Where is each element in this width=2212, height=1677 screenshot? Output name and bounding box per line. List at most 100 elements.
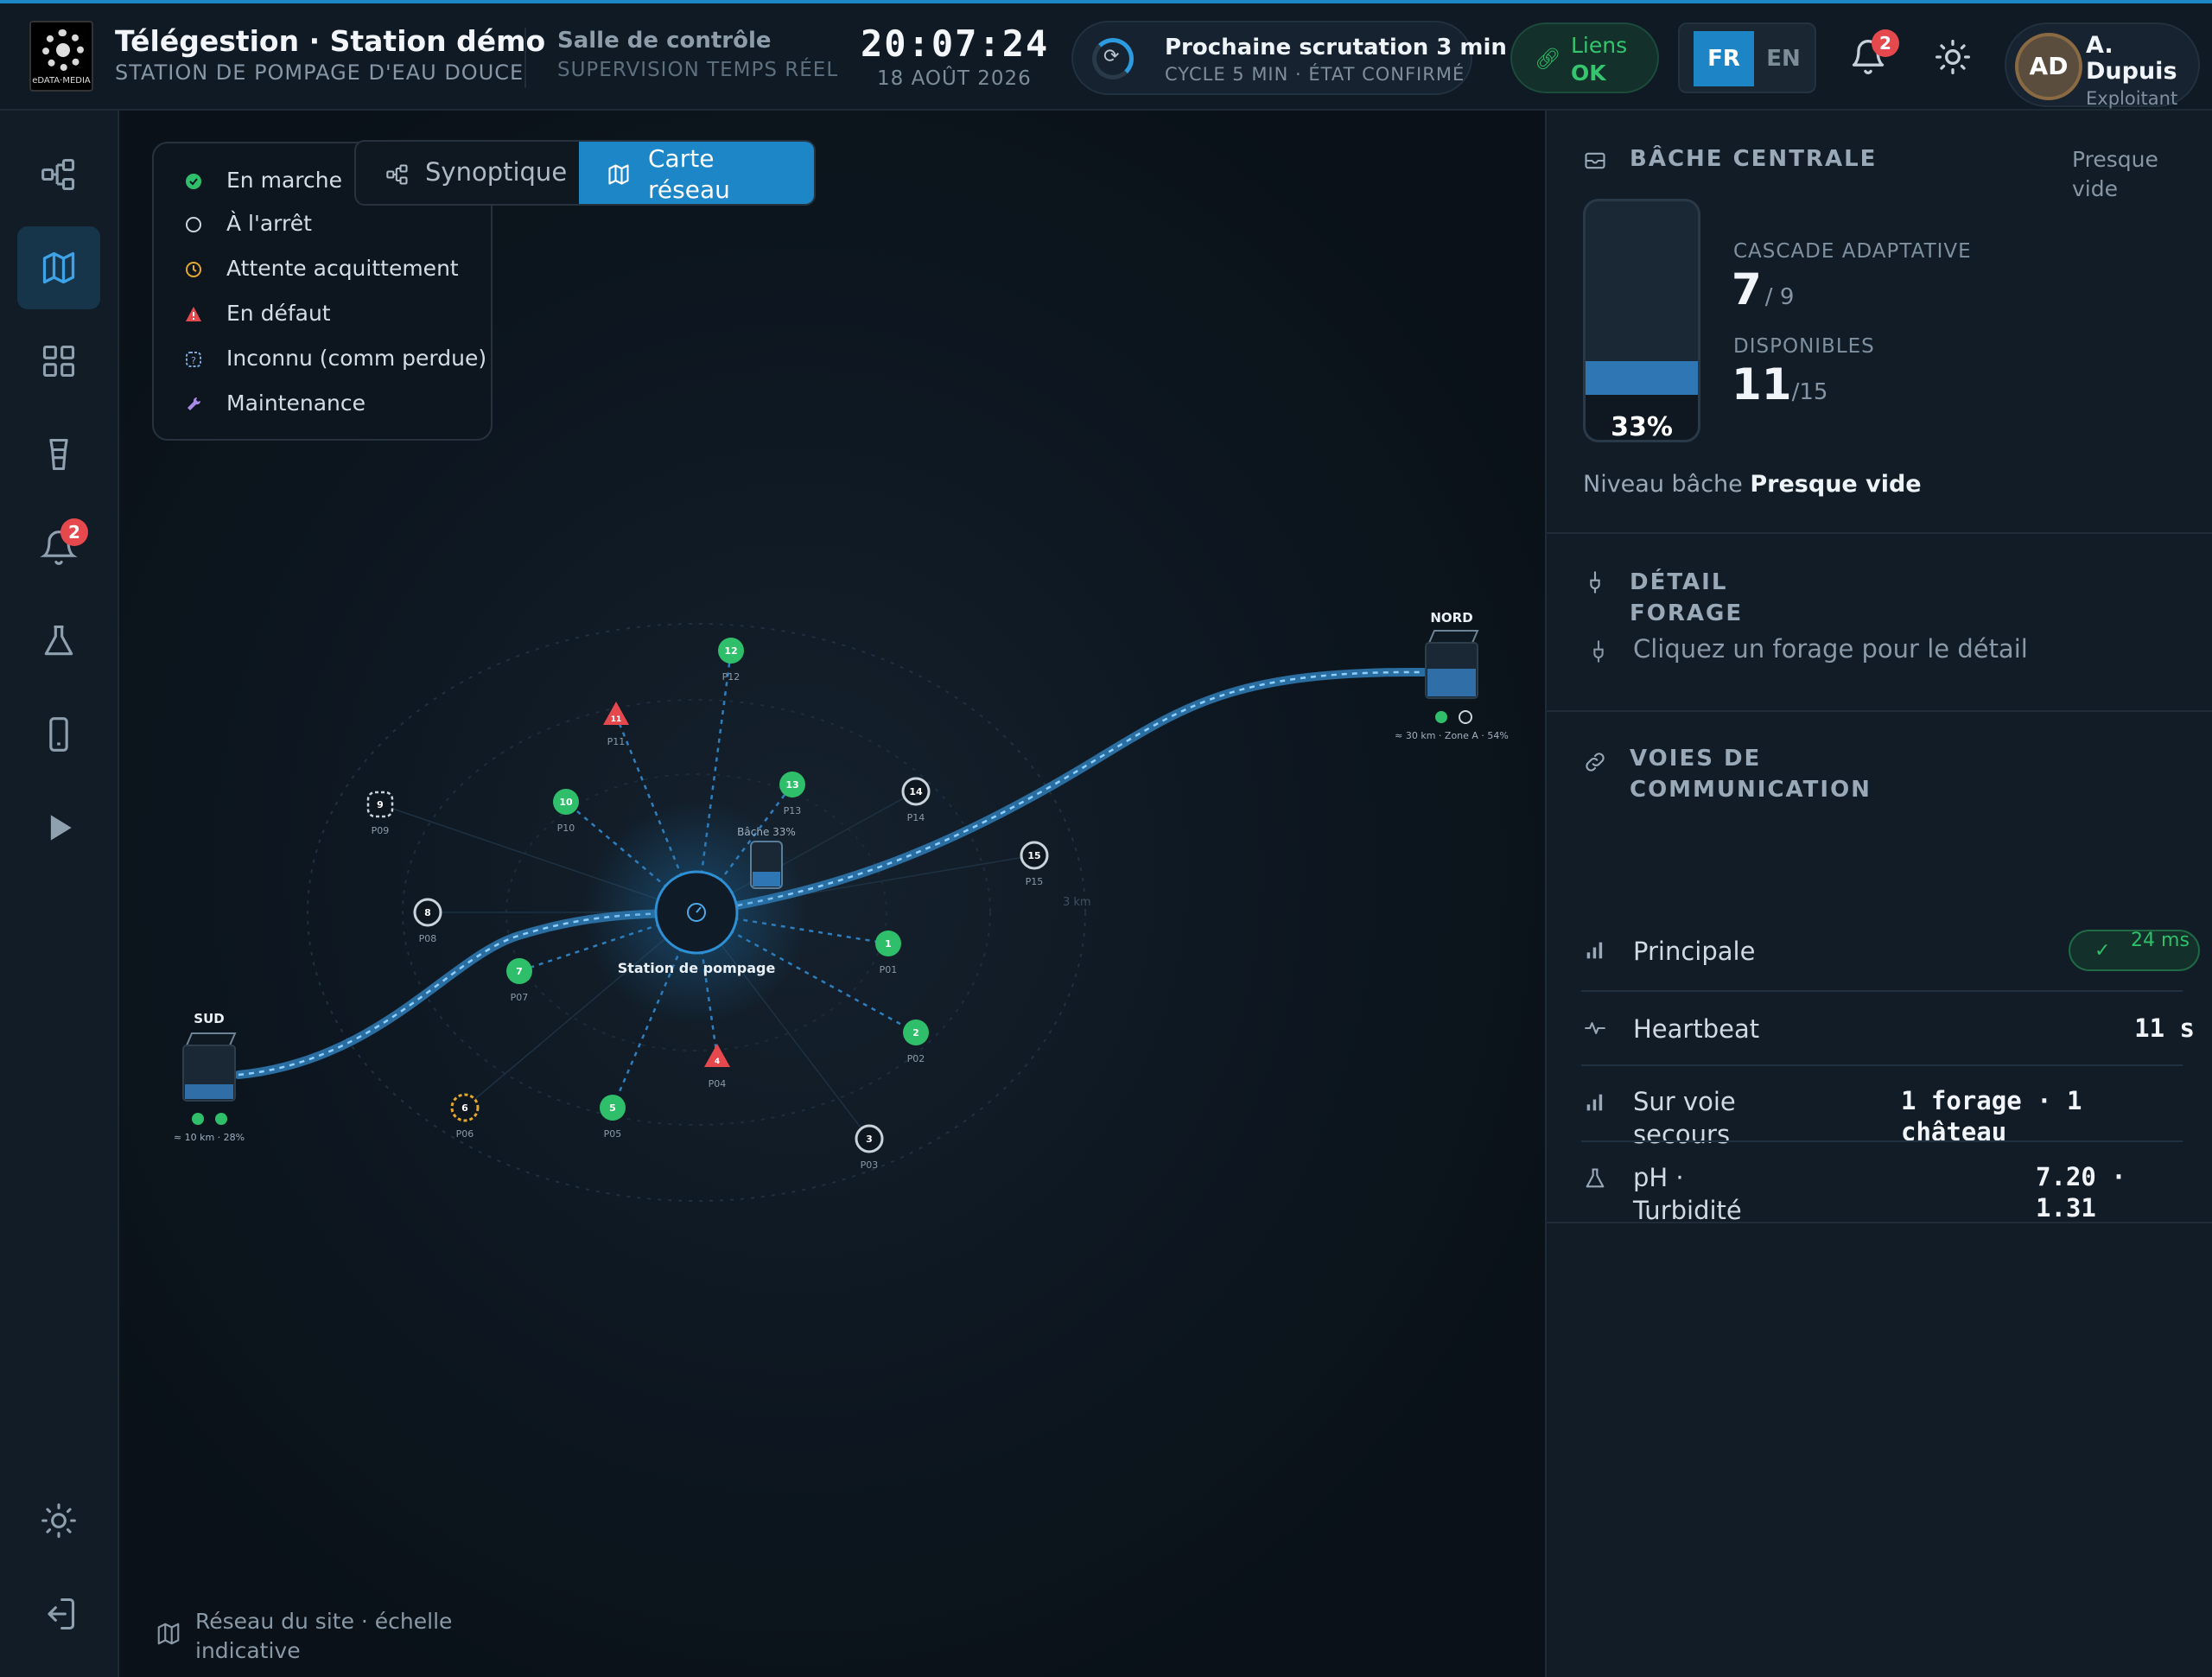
well-number: 2 [912, 1027, 919, 1039]
well-number: 9 [377, 799, 384, 810]
sidebar-item-mobile[interactable] [17, 693, 100, 776]
next-scan-widget[interactable]: ⟳ Prochaine scrutation 3 min CYCLE 5 MIN… [1071, 21, 1507, 95]
check-circle-icon [186, 174, 201, 189]
sidebar: 2 [0, 111, 119, 1677]
well-number: 1 [885, 938, 892, 950]
sidebar-item-map[interactable] [17, 226, 100, 309]
sidebar-item-play[interactable] [17, 786, 100, 869]
well-node-p07[interactable]: 7 P07 [506, 958, 532, 1003]
well-number: 8 [424, 907, 431, 918]
lang-en-button[interactable]: EN [1758, 31, 1809, 86]
well-number: 10 [559, 797, 573, 808]
clock-icon [186, 262, 201, 277]
control-room-subtitle: SUPERVISION TEMPS RÉEL [557, 59, 839, 81]
ph-value: 7.20 · 1.31 [2036, 1162, 2126, 1223]
theme-toggle-button[interactable] [1934, 38, 1972, 76]
sidebar-item-lab[interactable] [17, 600, 100, 683]
well-label: P03 [861, 1159, 879, 1171]
reservoir-sud-name: SUD [194, 1011, 224, 1026]
well-number: 5 [609, 1102, 616, 1114]
logout-icon [48, 1598, 75, 1630]
well-label: P04 [709, 1078, 727, 1089]
network-map[interactable]: 3 km Station de pompage Bâche 33% NORD ≈… [121, 111, 1545, 1677]
well-node-p03[interactable]: 3 P03 [855, 1124, 884, 1171]
well-node-p08[interactable]: 8 P08 [413, 898, 442, 944]
link-icon: 🔗︎ [1535, 47, 1561, 71]
notifications-button[interactable]: 2 [1849, 29, 1899, 76]
well-node-p04[interactable]: 4 P04 [704, 1044, 730, 1089]
row-divider [1581, 1064, 2183, 1066]
language-switch: FR EN [1678, 22, 1816, 93]
control-room-title: Salle de contrôle [557, 28, 772, 54]
well-node-p13[interactable]: 13 P13 [779, 772, 805, 816]
well-node-p12[interactable]: 12 P12 [718, 638, 744, 683]
bache-node[interactable] [750, 841, 783, 889]
well-icon [1590, 571, 1600, 594]
well-node-p05[interactable]: 5 P05 [600, 1095, 626, 1140]
well-node-p11[interactable]: 11 P11 [603, 702, 629, 747]
header-divider [524, 28, 526, 88]
bache-state: Presque vide [2072, 147, 2158, 201]
company-logo: eDATA·MEDIA [29, 21, 93, 92]
well-label: P01 [880, 964, 898, 975]
sun-icon [1936, 40, 1970, 74]
links-status-button[interactable]: 🔗︎ Liens OK [1510, 22, 1659, 93]
section-divider [1547, 1222, 2212, 1223]
forage-title: DÉTAIL FORAGE [1630, 569, 1744, 626]
well-label: P08 [419, 933, 437, 944]
well-number: 7 [516, 966, 523, 977]
well-label: P13 [784, 805, 802, 816]
user-role: Exploitant [2086, 88, 2178, 109]
pipeline-nord-flow [696, 670, 1425, 914]
section-divider [1547, 710, 2212, 712]
links-status-line2: OK [1571, 60, 1606, 86]
sidebar-item-synoptic[interactable] [17, 133, 100, 216]
legend-item-waiting: Attente acquittement [185, 252, 479, 287]
sidebar-item-alarms[interactable]: 2 [17, 506, 100, 589]
play-icon [50, 815, 72, 841]
sidebar-item-logout[interactable] [17, 1572, 100, 1655]
bache-level-pct: 33% [1586, 395, 1698, 440]
lang-fr-button[interactable]: FR [1694, 31, 1754, 86]
well-label: P06 [456, 1128, 474, 1140]
well-label: P10 [557, 823, 575, 834]
user-menu[interactable]: AD A. Dupuis Exploitant [2005, 22, 2200, 109]
well-number: 15 [1027, 850, 1040, 861]
circle-icon [186, 217, 201, 232]
sidebar-item-dashboard[interactable] [17, 320, 100, 403]
well-number: 3 [866, 1134, 873, 1145]
ph-label: pH · Turbidité [1633, 1163, 1742, 1225]
well-node-p02[interactable]: 2 P02 [903, 1020, 929, 1064]
well-node-p09[interactable]: 9 P09 [366, 791, 394, 836]
reservoir-sud-caption: ≈ 10 km · 28% [174, 1132, 245, 1143]
tank-icon [1585, 152, 1605, 169]
well-label: P05 [604, 1128, 622, 1140]
map-icon [42, 251, 75, 284]
well-node-p06[interactable]: 6 P06 [450, 1093, 480, 1140]
grid-icon [42, 345, 75, 378]
next-scan-subtitle: CYCLE 5 MIN · ÉTAT CONFIRMÉ [1165, 64, 1465, 85]
sidebar-item-tanks[interactable] [17, 413, 100, 496]
well-number: 14 [909, 786, 923, 797]
well-node-p01[interactable]: 1 P01 [875, 931, 901, 975]
tab-network-map[interactable]: Carte réseau [579, 142, 814, 204]
row-divider [1581, 1140, 2183, 1142]
pumping-station-node[interactable] [654, 870, 739, 955]
well-node-p10[interactable]: 10 P10 [553, 789, 579, 834]
links-status-line1: Liens [1571, 33, 1628, 58]
reservoir-nord-name: NORD [1430, 610, 1472, 626]
bache-level-text: Niveau bâche Presque vide [1583, 471, 1922, 498]
well-node-p14[interactable]: 14 P14 [901, 777, 931, 823]
bache-label: Bâche 33% [737, 826, 796, 838]
well-number: 12 [724, 645, 737, 657]
tab-synoptic[interactable]: Synoptique [356, 142, 579, 204]
well-label: P11 [607, 736, 626, 747]
reservoir-sud[interactable]: SUD ≈ 10 km · 28% [174, 1011, 245, 1143]
reservoir-nord-caption: ≈ 30 km · Zone A · 54% [1395, 730, 1509, 741]
well-node-p15[interactable]: 15 P15 [1020, 841, 1049, 887]
synoptic-icon [386, 164, 408, 185]
forage-hint: Cliquez un forage pour le détail [1633, 634, 2028, 664]
sidebar-item-theme[interactable] [17, 1479, 100, 1562]
well-icon [1593, 640, 1604, 663]
pipeline-nord [692, 667, 1428, 917]
